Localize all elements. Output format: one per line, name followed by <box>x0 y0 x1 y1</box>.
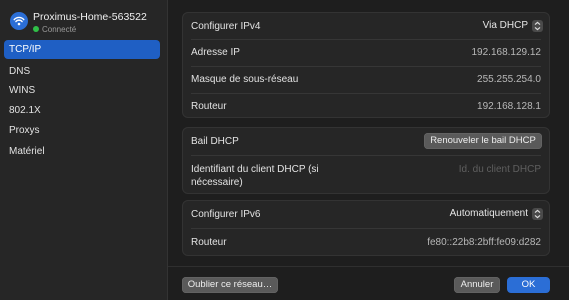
tcpip-panel: Configurer IPv4 Via DHCP Adresse IP 192.… <box>168 0 569 300</box>
subnet-mask-row: Masque de sous-réseau 255.255.254.0 <box>183 67 549 93</box>
dhcp-client-id-row: Identifiant du client DHCP (si nécessair… <box>183 156 549 195</box>
ipv4-group: Configurer IPv4 Via DHCP Adresse IP 192.… <box>182 12 550 118</box>
connected-status-dot <box>33 26 39 32</box>
ip-address-value: 192.168.129.12 <box>471 47 541 58</box>
ipv6-configure-label: Configurer IPv6 <box>191 209 261 220</box>
ipv4-configure-label: Configurer IPv4 <box>191 21 261 32</box>
ipv6-configure-value: Automatiquement <box>449 208 528 219</box>
network-status: Connecté <box>33 25 76 34</box>
subnet-mask-label: Masque de sous-réseau <box>191 74 299 85</box>
sidebar-item-proxys[interactable]: Proxys <box>4 121 160 140</box>
sidebar-item-materiel[interactable]: Matériel <box>4 142 160 161</box>
cancel-button[interactable]: Annuler <box>454 277 500 293</box>
dhcp-client-id-input[interactable]: Id. du client DHCP <box>459 163 541 176</box>
ipv6-configure-row: Configurer IPv6 Automatiquement <box>183 201 549 227</box>
sidebar-item-tcpip[interactable]: TCP/IP <box>4 40 160 59</box>
footer-divider <box>168 266 569 267</box>
sidebar-item-8021x[interactable]: 802.1X <box>4 101 160 120</box>
ipv4-router-row: Routeur 192.168.128.1 <box>183 94 549 119</box>
ipv4-configure-value: Via DHCP <box>482 20 528 31</box>
ipv4-router-label: Routeur <box>191 101 227 112</box>
sidebar-item-dns[interactable]: DNS <box>4 62 160 81</box>
ipv4-router-value: 192.168.128.1 <box>477 101 541 112</box>
sidebar-item-wins[interactable]: WINS <box>4 81 160 100</box>
ipv4-configure-row: Configurer IPv4 Via DHCP <box>183 13 549 39</box>
dhcp-lease-row: Bail DHCP Renouveler le bail DHCP <box>183 128 549 155</box>
network-status-label: Connecté <box>42 25 77 34</box>
updown-chevron-icon <box>532 20 543 32</box>
forget-network-button[interactable]: Oublier ce réseau… <box>182 277 278 293</box>
wifi-icon <box>10 12 28 30</box>
dhcp-lease-label: Bail DHCP <box>191 136 239 147</box>
network-header: Proximus-Home-563522 Connecté <box>8 10 164 34</box>
ipv6-configure-popup[interactable]: Automatiquement <box>450 206 543 222</box>
renew-dhcp-lease-button[interactable]: Renouveler le bail DHCP <box>424 133 542 149</box>
sidebar: Proximus-Home-563522 Connecté TCP/IP DNS… <box>0 0 168 300</box>
updown-chevron-icon <box>532 208 543 220</box>
dhcp-group: Bail DHCP Renouveler le bail DHCP Identi… <box>182 127 550 194</box>
ipv6-router-row: Routeur fe80::22b8:2bff:fe09:d282 <box>183 229 549 257</box>
subnet-mask-value: 255.255.254.0 <box>477 74 541 85</box>
ok-button[interactable]: OK <box>507 277 550 293</box>
ipv6-router-label: Routeur <box>191 237 227 248</box>
ipv4-configure-popup[interactable]: Via DHCP <box>483 18 543 34</box>
dhcp-client-id-label: Identifiant du client DHCP (si nécessair… <box>191 164 319 188</box>
network-name: Proximus-Home-563522 <box>33 11 147 23</box>
ip-address-label: Adresse IP <box>191 47 240 58</box>
ipv6-group: Configurer IPv6 Automatiquement Routeur … <box>182 200 550 256</box>
ipv6-router-value: fe80::22b8:2bff:fe09:d282 <box>427 237 541 248</box>
ip-address-row: Adresse IP 192.168.129.12 <box>183 40 549 66</box>
